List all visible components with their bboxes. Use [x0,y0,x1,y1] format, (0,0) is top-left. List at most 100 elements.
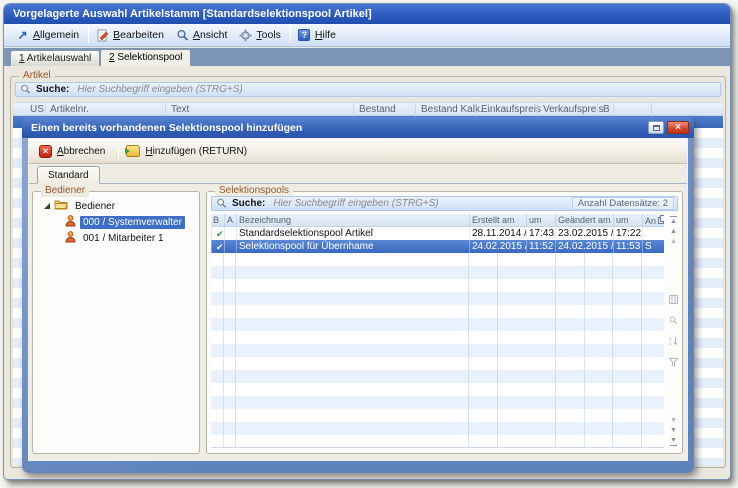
abbrechen-button[interactable]: × Abbrechen [36,143,114,160]
tab-artikelauswahl[interactable]: 1 Artikelauswahl [10,50,100,66]
menu-allgemein[interactable]: ↗ Allgemein [11,27,86,44]
bediener-group: Bediener Bediener [32,191,200,454]
tree-item-mitarbeiter1-label: 001 / Mitarbeiter 1 [80,232,167,245]
edit-icon [96,29,109,42]
tree-item-mitarbeiter1[interactable]: 001 / Mitarbeiter 1 [35,230,197,246]
folder-icon [54,199,68,213]
menubar: ↗ Allgemein Bearbeiten Ansicht T [4,24,730,47]
menu-bearbeiten[interactable]: Bearbeiten [91,27,171,44]
colhead-erstellt-am: Erstellt am [469,214,526,226]
cell-bezeichnung: Selektionspool für Übernhame [236,240,469,253]
menu-bearbeiten-label: Bearbeiten [113,29,164,41]
hinzufuegen-label: Hinzufügen (RETURN) [145,146,247,157]
selektionspools-group: Selektionspools Suche: Hier Suchbegriff … [206,191,683,454]
tab-selektionspool[interactable]: 2 Selektionspool [100,49,191,66]
pools-search-bar[interactable]: Suche: Hier Suchbegriff eingeben (STRG+S… [211,196,678,211]
cancel-x-icon: × [39,145,52,158]
colhead-a: A [224,214,236,226]
cell-erstellt-um: 11:52 [526,240,555,253]
cell-erstellt-am: 24.02.2015 /Di [469,240,526,253]
page-down-icon[interactable]: ▼ [670,417,677,424]
copy-icon [658,215,664,226]
scroll-down-icon[interactable]: ▼ [670,427,677,434]
record-count-badge: Anzahl Datensätze: 2 [572,197,674,210]
scroll-top-icon[interactable]: ▲ [670,216,677,225]
menu-separator [88,27,89,43]
window-title: Vorgelagerte Auswahl Artikelstamm [Stand… [13,8,372,20]
add-folder-icon [126,145,140,157]
tab-artikelauswahl-label: 1 Artikelauswahl [19,51,91,66]
col-text: Text [171,104,189,115]
cell-an [642,227,664,240]
artikel-group-caption: Artikel [19,70,55,82]
cell-geaendert-um: 11:53 [613,240,642,253]
menu-separator [290,27,291,43]
tree-root-bediener[interactable]: Bediener [35,198,197,214]
pools-grid-empty-rows[interactable] [211,253,664,447]
cell-geaendert-am: 23.02.2015 /Mo [555,227,613,240]
bediener-tree: Bediener 000 / Systemverwalter [35,198,197,246]
search-small-icon[interactable] [669,312,678,330]
colhead-erstellt-um: um [526,214,555,226]
expander-icon[interactable] [44,203,50,209]
scroll-bottom-icon[interactable]: ▼ [670,437,677,446]
magnifier-icon [176,29,189,42]
add-selektionspool-dialog: Einen bereits vorhandenen Selektionspool… [22,117,694,473]
colhead-an: An [642,214,664,226]
colhead-b: B [211,214,224,226]
menu-hilfe[interactable]: ? Hilfe [293,27,343,44]
gear-icon [239,29,252,42]
col-bestand-kalk: Bestand Kalk. [421,104,483,115]
columns-icon[interactable] [669,291,678,309]
artikel-search-placeholder: Hier Suchbegriff eingeben (STRG+S) [77,84,242,95]
abbrechen-label: Abbrechen [57,146,105,157]
pools-search-placeholder: Hier Suchbegriff eingeben (STRG+S) [273,198,438,209]
cell-geaendert-am: 24.02.2015 /Di [555,240,613,253]
dialog-body: × Abbrechen Hinzufügen (RETURN) Standard… [28,138,688,461]
scroll-up-icon[interactable]: ▲ [670,228,677,235]
tree-item-systemverwalter-label: 000 / Systemverwalter [80,216,185,229]
tab-standard[interactable]: Standard [37,166,100,184]
pool-row-uebernahme-selected[interactable]: ✔ Selektionspool für Übernhame 24.02.201… [211,240,664,253]
tab-standard-label: Standard [48,170,89,181]
sort-icon[interactable]: BA [669,333,678,351]
search-icon [19,83,32,96]
page-up-icon[interactable]: ▲ [670,238,677,245]
tree-root-label: Bediener [72,200,118,213]
restore-button[interactable] [648,121,664,134]
col-bestand: Bestand [359,104,396,115]
artikel-table-header[interactable]: US Artikelnr. Text Bestand Bestand Kalk.… [13,102,723,116]
cell-erstellt-um: 17:43 [526,227,555,240]
tab-band: 1 Artikelauswahl 2 Selektionspool [4,48,730,66]
pool-row-standardselektionspool[interactable]: ✔ Standardselektionspool Artikel 28.11.2… [211,227,664,240]
col-artikelnr: Artikelnr. [50,104,89,115]
dialog-toolbar: × Abbrechen Hinzufügen (RETURN) [29,139,687,164]
pools-grid-header[interactable]: B A Bezeichnung Erstellt am um Geändert … [211,214,664,227]
cell-geaendert-um: 17:22 [613,227,642,240]
col-einkaufspreis: Einkaufspreis [481,104,541,115]
tree-item-systemverwalter[interactable]: 000 / Systemverwalter [35,214,197,230]
artikel-search-bar[interactable]: Suche: Hier Suchbegriff eingeben (STRG+S… [15,82,721,97]
col-verkaufspreis: Verkaufspreis [543,104,604,115]
check-icon: ✔ [214,242,224,252]
cell-an: S [642,240,664,253]
colhead-bezeichnung: Bezeichnung [236,214,469,226]
user-icon [65,215,76,230]
filter-icon[interactable] [669,354,678,372]
tab-selektionspool-label: 2 Selektionspool [109,50,182,65]
dialog-titlebar[interactable]: Einen bereits vorhandenen Selektionspool… [22,117,694,138]
check-icon: ✔ [214,229,224,239]
screen: Vorgelagerte Auswahl Artikelstamm [Stand… [0,0,738,488]
help-icon: ? [298,29,311,42]
user-icon [65,231,76,246]
close-button[interactable]: × [667,121,689,134]
close-icon: × [675,122,681,133]
search-icon [215,197,228,210]
dialog-title: Einen bereits vorhandenen Selektionspool… [31,122,645,134]
hinzufuegen-button[interactable]: Hinzufügen (RETURN) [123,143,256,159]
cell-erstellt-am: 28.11.2014 /Fr [469,227,526,240]
bediener-group-caption: Bediener [41,185,89,197]
menu-tools[interactable]: Tools [234,27,288,44]
menu-ansicht[interactable]: Ansicht [171,27,234,44]
window-titlebar[interactable]: Vorgelagerte Auswahl Artikelstamm [Stand… [4,4,730,24]
